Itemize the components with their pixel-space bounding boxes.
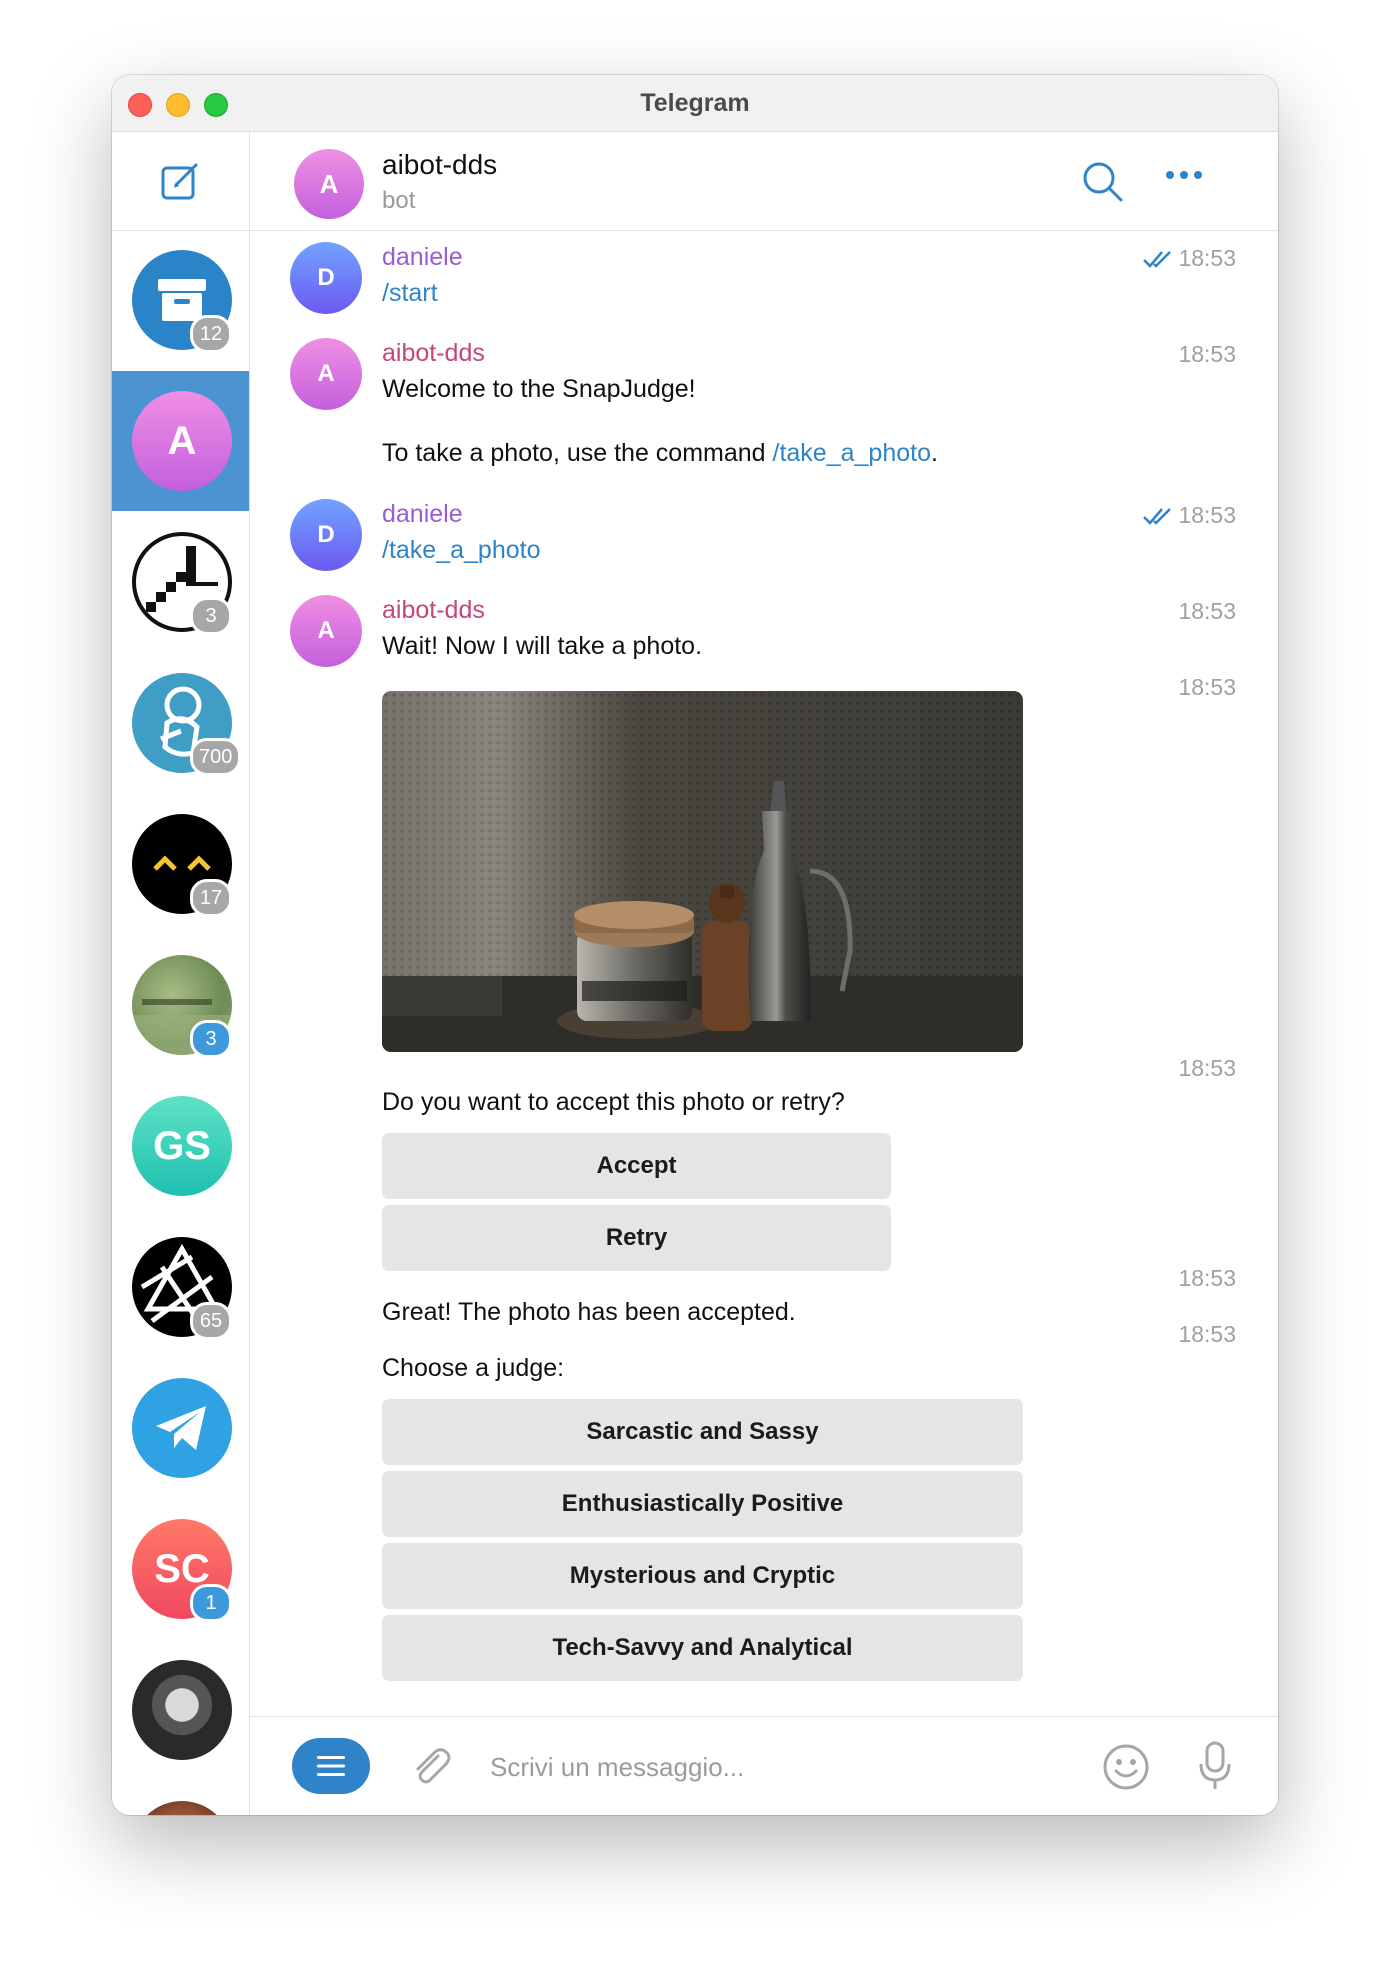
message-time: 18:53 bbox=[1178, 674, 1236, 701]
command-link[interactable]: /take_a_photo bbox=[382, 536, 540, 565]
sender-name[interactable]: aibot-dds bbox=[382, 596, 485, 625]
chat-item-aibot-dds[interactable]: A bbox=[112, 371, 249, 511]
title-bar: Telegram bbox=[112, 75, 1278, 132]
telegram-window: Telegram 12 A 3 700 17 3 GS 65 SC 1 A ai… bbox=[112, 75, 1278, 1815]
chat-item-landscape[interactable]: 3 bbox=[112, 935, 249, 1075]
bot-menu-button[interactable] bbox=[292, 1738, 370, 1794]
chat-sidebar: 12 A 3 700 17 3 GS 65 SC 1 bbox=[112, 132, 250, 1815]
message-text: Choose a judge: bbox=[382, 1354, 565, 1382]
message-time: 18:53 bbox=[1142, 245, 1236, 272]
message-list: D daniele /start 18:53 A aibot-dds Welco… bbox=[250, 231, 1278, 1716]
unread-badge: 3 bbox=[190, 1020, 232, 1058]
message-text: To take a photo, use the command /take_a… bbox=[382, 439, 938, 468]
chat-avatar[interactable]: A bbox=[294, 149, 364, 219]
judge-sarcastic-button[interactable]: Sarcastic and Sassy bbox=[382, 1399, 1023, 1465]
compose-icon bbox=[161, 163, 197, 200]
time-text: 18:53 bbox=[1178, 341, 1236, 367]
unread-badge: 65 bbox=[190, 1302, 232, 1340]
chat-item-dark-face[interactable]: 17 bbox=[112, 794, 249, 934]
sender-name[interactable]: aibot-dds bbox=[382, 339, 485, 368]
attach-icon[interactable] bbox=[408, 1744, 454, 1790]
unread-badge: 1 bbox=[190, 1584, 232, 1622]
time-text: 18:53 bbox=[1178, 674, 1236, 700]
message-composer bbox=[250, 1716, 1278, 1815]
judge-enthusiastic-button[interactable]: Enthusiastically Positive bbox=[382, 1471, 1023, 1537]
chat-item-archive[interactable]: 12 bbox=[112, 230, 249, 370]
chat-item-sc[interactable]: SC 1 bbox=[112, 1499, 249, 1639]
message-text: Wait! Now I will take a photo. bbox=[382, 632, 703, 660]
time-text: 18:53 bbox=[1178, 245, 1236, 271]
more-icon[interactable] bbox=[1164, 169, 1204, 181]
microphone-icon[interactable] bbox=[1197, 1740, 1233, 1792]
photo-message[interactable] bbox=[382, 691, 1023, 1052]
command-link[interactable]: /start bbox=[382, 279, 438, 308]
chat-item-partial[interactable] bbox=[112, 1781, 249, 1815]
avatar: A bbox=[132, 391, 232, 491]
chat-item-geometric[interactable]: 65 bbox=[112, 1217, 249, 1357]
message-text: Great! The photo has been accepted. bbox=[382, 1298, 796, 1326]
chat-item-telegram[interactable] bbox=[112, 1358, 249, 1498]
menu-icon bbox=[317, 1756, 345, 1776]
time-text: 18:53 bbox=[1178, 598, 1236, 624]
sender-avatar[interactable]: D bbox=[290, 499, 362, 571]
portrait-photo-avatar bbox=[132, 1660, 232, 1760]
partial-photo-avatar bbox=[132, 1801, 232, 1815]
time-text: 18:53 bbox=[1178, 1265, 1236, 1291]
sender-name[interactable]: daniele bbox=[382, 243, 463, 272]
message-time: 18:53 bbox=[1178, 1055, 1236, 1082]
message-input[interactable] bbox=[488, 1739, 1072, 1795]
compose-button[interactable] bbox=[112, 132, 249, 231]
unread-badge: 3 bbox=[190, 597, 232, 635]
chat-item-portrait[interactable] bbox=[112, 1640, 249, 1780]
double-check-icon bbox=[1143, 507, 1172, 525]
unread-badge: 17 bbox=[190, 879, 232, 917]
time-text: 18:53 bbox=[1178, 1055, 1236, 1081]
command-link[interactable]: /take_a_photo bbox=[773, 439, 931, 467]
accept-button[interactable]: Accept bbox=[382, 1133, 891, 1199]
sender-avatar[interactable]: D bbox=[290, 242, 362, 314]
message-time: 18:53 bbox=[1142, 502, 1236, 529]
message-time: 18:53 bbox=[1178, 1321, 1236, 1348]
unread-badge: 700 bbox=[190, 738, 242, 776]
judge-mysterious-button[interactable]: Mysterious and Cryptic bbox=[382, 1543, 1023, 1609]
unread-badge: 12 bbox=[190, 315, 232, 353]
message-text-part: To take a photo, use the command bbox=[382, 439, 773, 467]
message-time: 18:53 bbox=[1178, 1265, 1236, 1292]
chat-status: bot bbox=[382, 187, 416, 214]
chat-header: A aibot-dds bot bbox=[250, 132, 1278, 231]
retry-button[interactable]: Retry bbox=[382, 1205, 891, 1271]
message-text: Do you want to accept this photo or retr… bbox=[382, 1088, 845, 1116]
message-text: Welcome to the SnapJudge! bbox=[382, 375, 696, 403]
time-text: 18:53 bbox=[1178, 1321, 1236, 1347]
sender-avatar[interactable]: A bbox=[290, 338, 362, 410]
window-title: Telegram bbox=[640, 89, 750, 117]
search-icon[interactable] bbox=[1081, 160, 1125, 204]
chat-title[interactable]: aibot-dds bbox=[382, 149, 497, 181]
avatar: GS bbox=[132, 1096, 232, 1196]
telegram-logo-icon bbox=[132, 1378, 232, 1478]
judge-tech-savvy-button[interactable]: Tech-Savvy and Analytical bbox=[382, 1615, 1023, 1681]
message-time: 18:53 bbox=[1178, 598, 1236, 625]
chat-item-illustrated[interactable]: 700 bbox=[112, 653, 249, 793]
time-text: 18:53 bbox=[1178, 502, 1236, 528]
chat-item-gs[interactable]: GS bbox=[112, 1076, 249, 1216]
message-text-part: . bbox=[931, 439, 938, 467]
sender-name[interactable]: daniele bbox=[382, 500, 463, 529]
message-time: 18:53 bbox=[1178, 341, 1236, 368]
chat-item-pixel-logo[interactable]: 3 bbox=[112, 512, 249, 652]
double-check-icon bbox=[1143, 250, 1172, 268]
emoji-icon[interactable] bbox=[1102, 1743, 1150, 1791]
sender-avatar[interactable]: A bbox=[290, 595, 362, 667]
